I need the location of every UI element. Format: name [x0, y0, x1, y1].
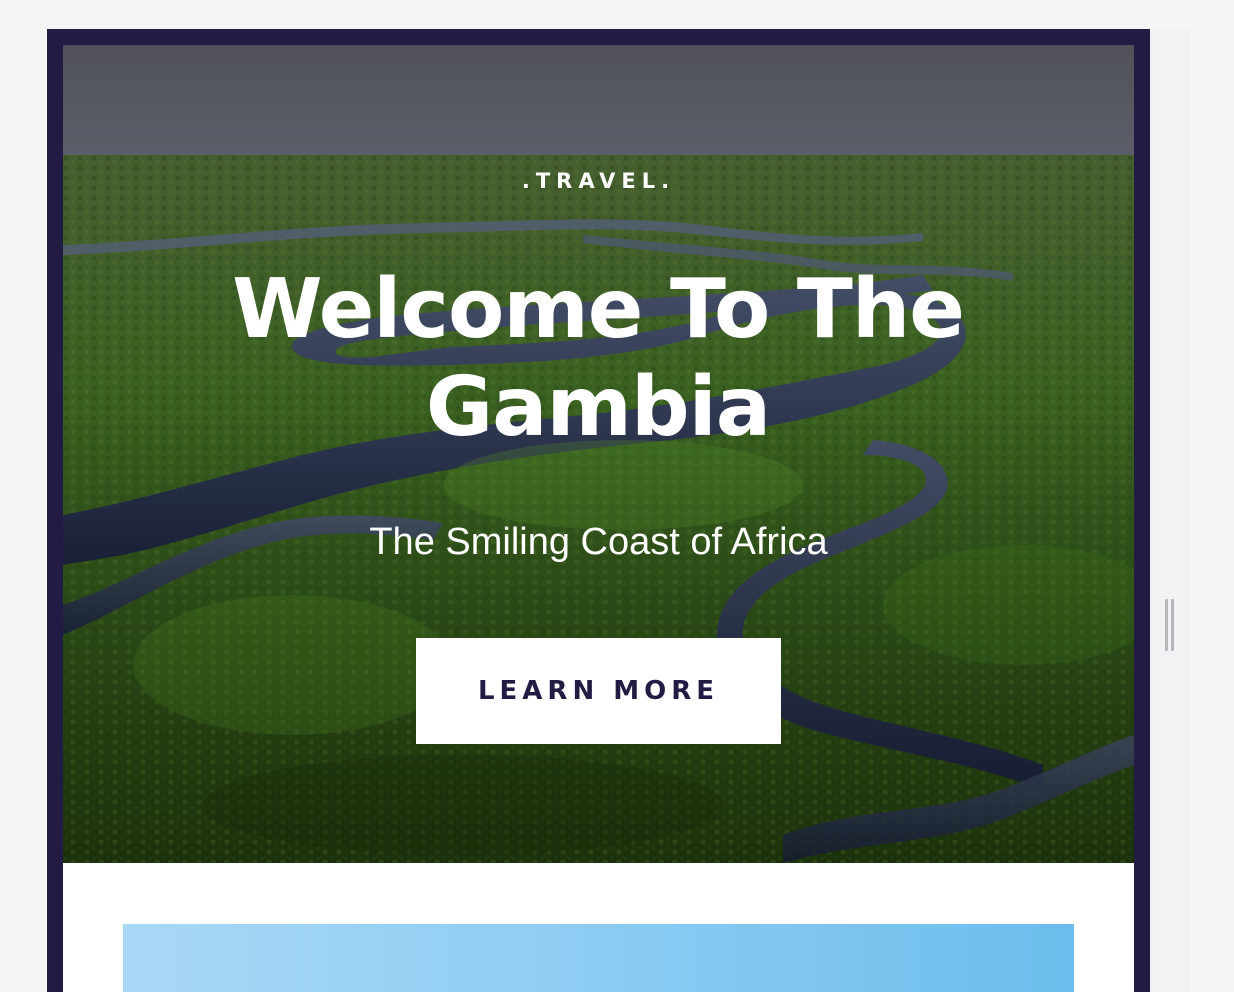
learn-more-button[interactable]: LEARN MORE [416, 638, 781, 744]
resize-handle[interactable] [1164, 599, 1176, 651]
sky-image [123, 924, 1074, 992]
resize-handle-bar [1165, 599, 1168, 651]
right-gutter [1150, 29, 1190, 992]
hero-subtitle: The Smiling Coast of Africa [369, 521, 828, 563]
hero-section: .TRAVEL. Welcome To The Gambia The Smili… [63, 45, 1134, 863]
hero-title: Welcome To The Gambia [232, 262, 965, 455]
site-frame: .TRAVEL. Welcome To The Gambia The Smili… [47, 29, 1150, 992]
content-section [63, 863, 1134, 992]
resize-handle-bar [1171, 599, 1174, 651]
hero-eyebrow: .TRAVEL. [521, 169, 676, 193]
